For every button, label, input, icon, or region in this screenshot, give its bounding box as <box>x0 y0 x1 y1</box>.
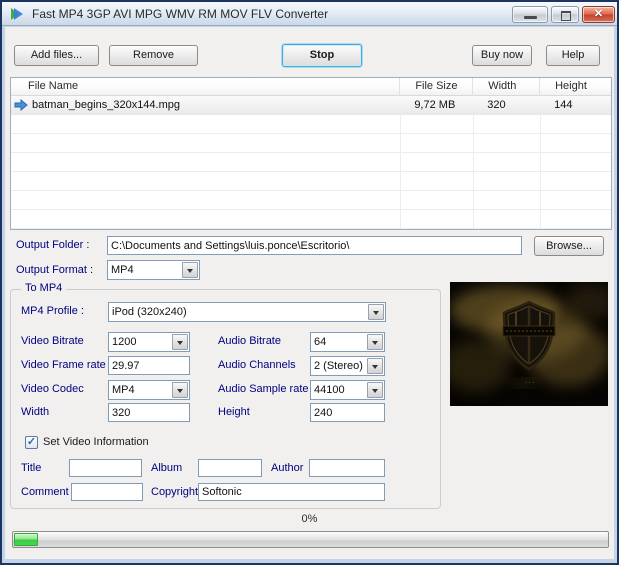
height-input[interactable] <box>310 403 385 422</box>
video-codec-select[interactable]: MP4 <box>108 380 190 400</box>
progress-bar-fill <box>14 533 38 546</box>
column-divider <box>473 96 474 229</box>
dropdown-arrow-icon[interactable] <box>367 382 383 398</box>
video-codec-value: MP4 <box>112 384 135 396</box>
profile-group-box: To MP4 MP4 Profile : iPod (320x240) Vide… <box>10 282 441 509</box>
column-divider <box>400 96 401 229</box>
audio-sample-rate-select[interactable]: 44100 <box>310 380 385 400</box>
column-divider <box>540 96 541 229</box>
set-video-information-label: Set Video Information <box>43 436 149 448</box>
file-height-cell: 144 <box>554 99 573 111</box>
minimize-button[interactable] <box>512 6 548 23</box>
mp4-profile-label: MP4 Profile : <box>21 305 84 317</box>
audio-bitrate-value: 64 <box>314 336 327 348</box>
app-window: Fast MP4 3GP AVI MPG WMV RM MOV FLV Conv… <box>0 0 619 565</box>
video-bitrate-select[interactable]: 1200 <box>108 332 190 352</box>
author-input[interactable] <box>309 459 385 477</box>
audio-sample-rate-value: 44100 <box>314 384 345 396</box>
browse-button[interactable]: Browse... <box>534 236 604 256</box>
author-label: Author <box>271 462 304 474</box>
comment-input[interactable] <box>71 483 143 501</box>
output-format-select[interactable]: MP4 <box>107 260 200 280</box>
progress-bar <box>12 531 609 548</box>
audio-bitrate-select[interactable]: 64 <box>310 332 385 352</box>
album-label: Album <box>151 462 183 474</box>
dropdown-arrow-icon[interactable] <box>182 262 198 278</box>
help-button[interactable]: Help <box>546 45 600 66</box>
album-input[interactable] <box>198 459 262 477</box>
video-bitrate-label: Video Bitrate <box>21 335 84 347</box>
buy-now-button[interactable]: Buy now <box>472 45 532 66</box>
column-header-width[interactable]: Width <box>472 78 539 96</box>
output-folder-label: Output Folder : <box>16 239 90 251</box>
dropdown-arrow-icon[interactable] <box>367 334 383 350</box>
column-header-file-size[interactable]: File Size <box>399 78 472 96</box>
file-name-cell: batman_begins_320x144.mpg <box>32 99 181 111</box>
stop-button[interactable]: Stop <box>282 44 362 67</box>
window-content: Add files... Remove Stop Buy now Help Fi… <box>5 27 614 559</box>
title-bar[interactable]: Fast MP4 3GP AVI MPG WMV RM MOV FLV Conv… <box>2 2 617 26</box>
output-format-label: Output Format : <box>16 264 94 276</box>
title-label: Title <box>21 462 42 474</box>
group-box-title: To MP4 <box>21 282 67 294</box>
width-label: Width <box>21 406 50 418</box>
app-icon <box>11 8 23 20</box>
video-frame-rate-input[interactable] <box>108 356 190 375</box>
dropdown-arrow-icon[interactable] <box>368 304 384 320</box>
column-header-file-name[interactable]: File Name <box>11 78 399 96</box>
copyright-input[interactable] <box>198 483 385 501</box>
dropdown-arrow-icon[interactable] <box>172 334 188 350</box>
width-input[interactable] <box>108 403 190 422</box>
video-bitrate-value: 1200 <box>112 336 137 348</box>
audio-channels-value: 2 (Stereo) <box>314 360 363 372</box>
file-size-cell: 9,72 MB <box>414 99 456 111</box>
file-width-cell: 320 <box>487 99 506 111</box>
column-header-height[interactable]: Height <box>539 78 611 96</box>
window-title: Fast MP4 3GP AVI MPG WMV RM MOV FLV Conv… <box>32 7 329 21</box>
height-label: Height <box>218 406 250 418</box>
title-input[interactable] <box>69 459 142 477</box>
file-row[interactable]: batman_begins_320x144.mpg 9,72 MB 320 14… <box>11 96 611 115</box>
video-codec-label: Video Codec <box>21 383 84 395</box>
video-preview-frame: ᛫᛫᛫ <box>450 282 608 406</box>
copyright-label: Copyright <box>151 486 199 498</box>
dropdown-arrow-icon[interactable] <box>367 358 383 374</box>
output-folder-input[interactable] <box>107 236 522 255</box>
maximize-button[interactable] <box>551 6 579 23</box>
file-list: File Name File Size Width Height batman_… <box>10 77 612 230</box>
converting-arrow-icon <box>14 99 28 111</box>
dropdown-arrow-icon[interactable] <box>172 382 188 398</box>
audio-sample-rate-label: Audio Sample rate <box>218 383 309 395</box>
remove-button[interactable]: Remove <box>109 45 198 66</box>
video-frame-rate-label: Video Frame rate <box>21 359 106 371</box>
add-files-button[interactable]: Add files... <box>14 45 99 66</box>
comment-label: Comment <box>21 486 69 498</box>
audio-channels-label: Audio Channels <box>218 359 296 371</box>
mp4-profile-value: iPod (320x240) <box>112 306 187 318</box>
file-list-body: batman_begins_320x144.mpg 9,72 MB 320 14… <box>11 96 611 229</box>
close-button[interactable]: ✕ <box>582 6 615 23</box>
set-video-information-checkbox[interactable]: ✓ <box>25 436 38 449</box>
audio-channels-select[interactable]: 2 (Stereo) <box>310 356 385 376</box>
progress-percent-label: 0% <box>301 513 318 525</box>
mp4-profile-select[interactable]: iPod (320x240) <box>108 302 386 322</box>
output-format-value: MP4 <box>111 264 134 276</box>
file-list-header[interactable]: File Name File Size Width Height <box>11 78 611 96</box>
audio-bitrate-label: Audio Bitrate <box>218 335 281 347</box>
